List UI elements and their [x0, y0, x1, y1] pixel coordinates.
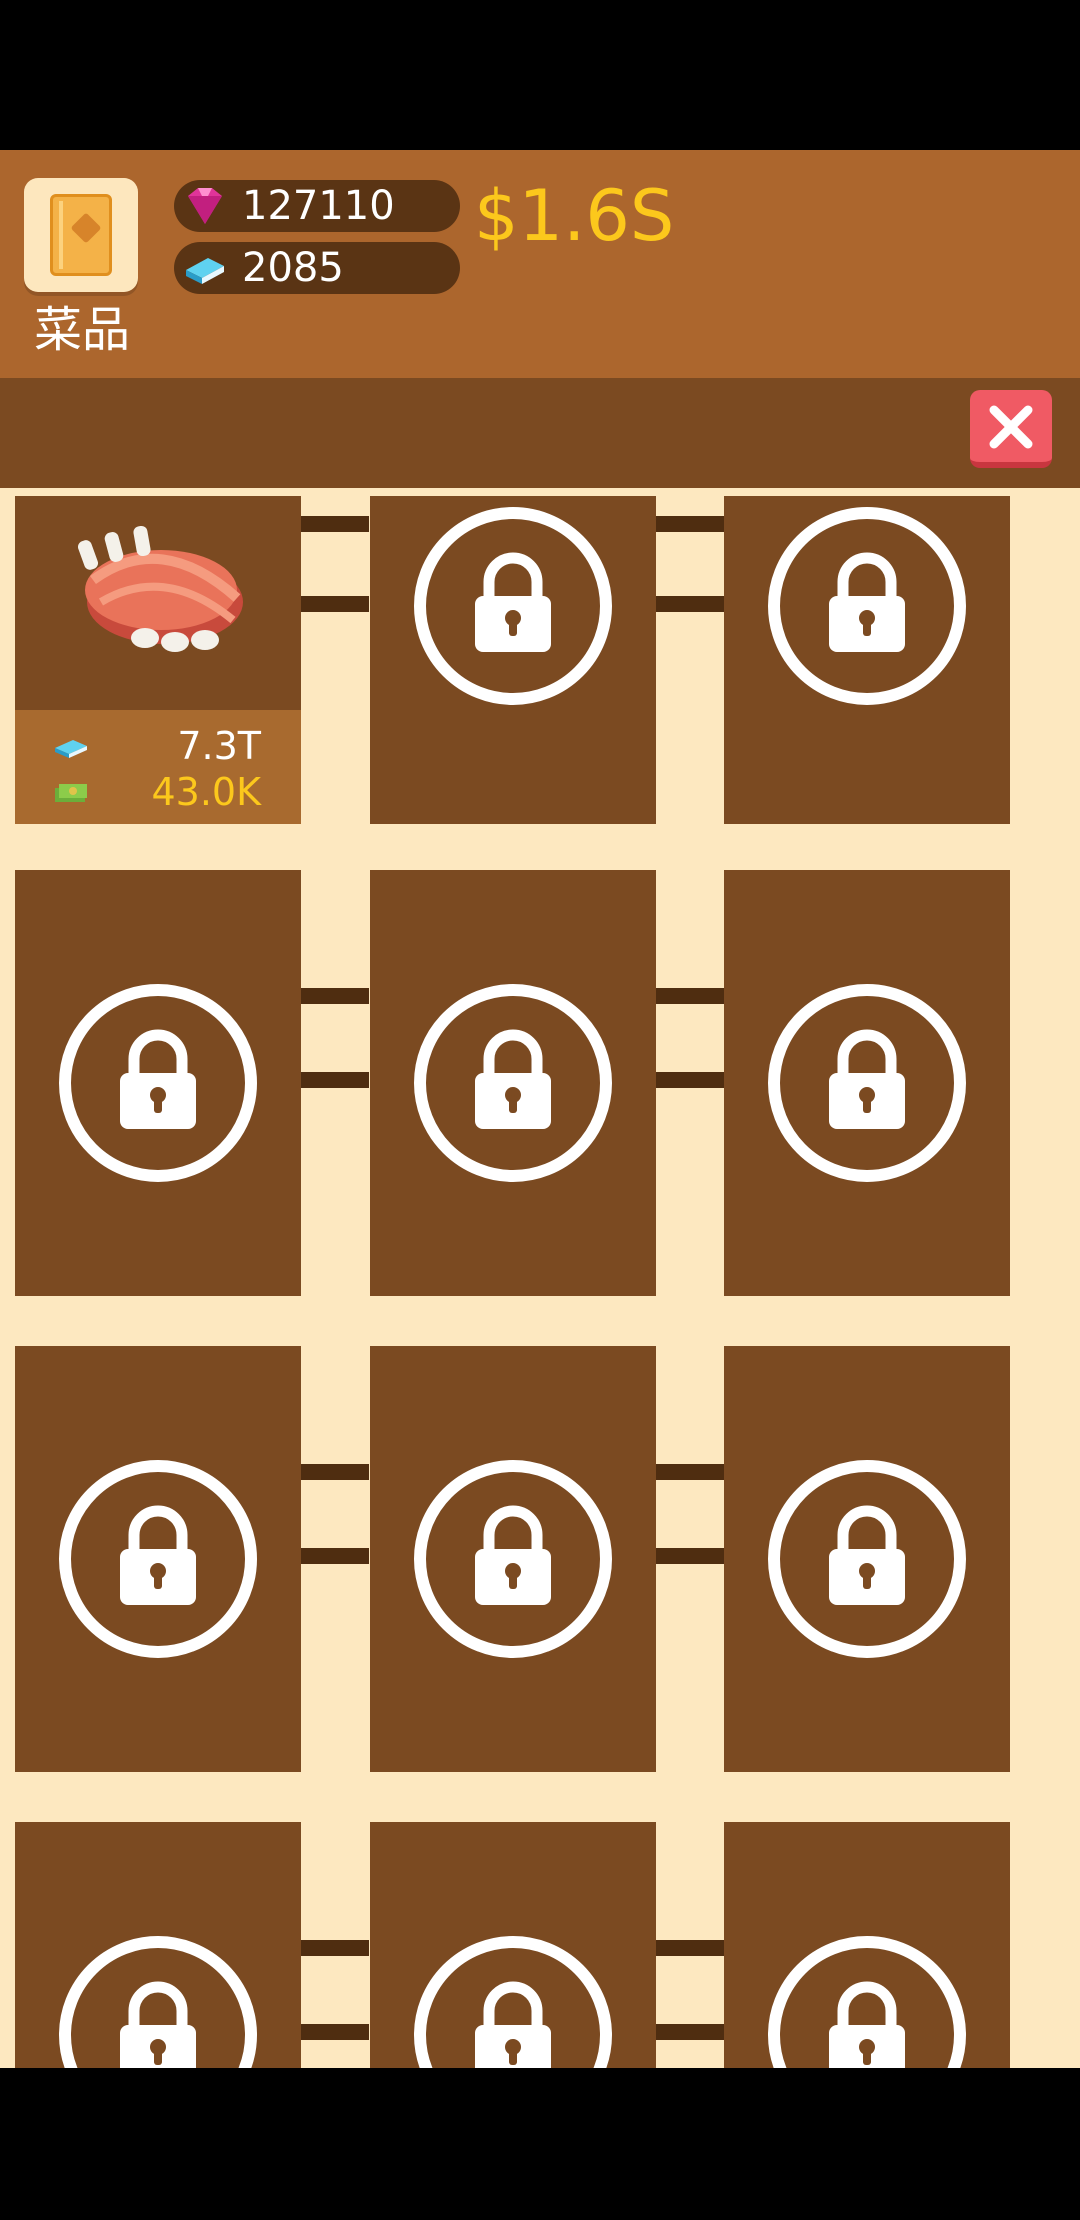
connector — [301, 1548, 369, 1564]
padlock-icon — [414, 1936, 612, 2068]
book-icon — [50, 194, 112, 276]
close-button[interactable] — [970, 390, 1052, 468]
recipe-book-button[interactable] — [24, 178, 138, 292]
connector — [301, 1072, 369, 1088]
dish-cell-locked[interactable] — [724, 1822, 1010, 2068]
connector — [301, 516, 369, 532]
connector — [301, 1940, 369, 1956]
dish-cell-locked[interactable] — [370, 870, 656, 1296]
connector — [656, 1548, 724, 1564]
dish-cell-locked[interactable] — [370, 1346, 656, 1772]
gem-counter: 127110 — [174, 180, 460, 232]
connector — [301, 988, 369, 1004]
dish-cell-locked[interactable] — [15, 870, 301, 1296]
connector — [656, 1940, 724, 1956]
dish-cell-locked[interactable] — [15, 1822, 301, 2068]
padlock-icon — [768, 984, 966, 1182]
dish-stats: 7.3T 43.0K — [15, 710, 301, 824]
dish-cell-locked[interactable] — [15, 1346, 301, 1772]
dish-cell-locked[interactable] — [724, 496, 1010, 824]
padlock-icon — [59, 1936, 257, 2068]
dish-cell-locked[interactable] — [724, 870, 1010, 1296]
blue-book-icon — [55, 740, 87, 758]
dish-cell-locked[interactable] — [370, 496, 656, 824]
dish-cash-value: 43.0K — [151, 770, 261, 814]
connector — [656, 596, 724, 612]
bottom-bar — [0, 2068, 1080, 2220]
app-screen: 菜品 127110 2085 $1.6S 7.3T 43.0K — [0, 0, 1080, 2220]
padlock-icon — [59, 984, 257, 1182]
panel-bar — [0, 378, 1080, 488]
padlock-icon — [768, 1936, 966, 2068]
connector — [301, 1464, 369, 1480]
padlock-icon — [59, 1460, 257, 1658]
dish-cell-locked[interactable] — [724, 1346, 1010, 1772]
money-display: $1.6S — [474, 175, 675, 257]
blue-book-icon — [186, 258, 224, 284]
ribs-icon — [77, 525, 243, 652]
padlock-icon — [768, 507, 966, 705]
connector — [656, 1072, 724, 1088]
padlock-icon — [768, 1460, 966, 1658]
connector — [301, 596, 369, 612]
padlock-icon — [414, 984, 612, 1182]
top-bar: 菜品 127110 2085 $1.6S — [0, 150, 1080, 378]
dish-cell-locked[interactable] — [370, 1822, 656, 2068]
padlock-icon — [414, 507, 612, 705]
connector — [656, 1464, 724, 1480]
book-counter: 2085 — [174, 242, 460, 294]
pink-gem-icon — [188, 188, 222, 224]
close-icon — [989, 405, 1033, 449]
dish-cell-unlocked[interactable]: 7.3T 43.0K — [15, 496, 301, 824]
dish-book-value: 7.3T — [177, 724, 261, 768]
gem-count: 127110 — [242, 183, 395, 229]
connector — [656, 516, 724, 532]
connector — [656, 988, 724, 1004]
padlock-icon — [414, 1460, 612, 1658]
connector — [301, 2024, 369, 2040]
connector — [656, 2024, 724, 2040]
cash-icon — [55, 784, 87, 802]
dish-grid: 7.3T 43.0K — [0, 488, 1080, 2068]
book-count: 2085 — [242, 245, 344, 291]
recipe-label: 菜品 — [33, 302, 130, 358]
